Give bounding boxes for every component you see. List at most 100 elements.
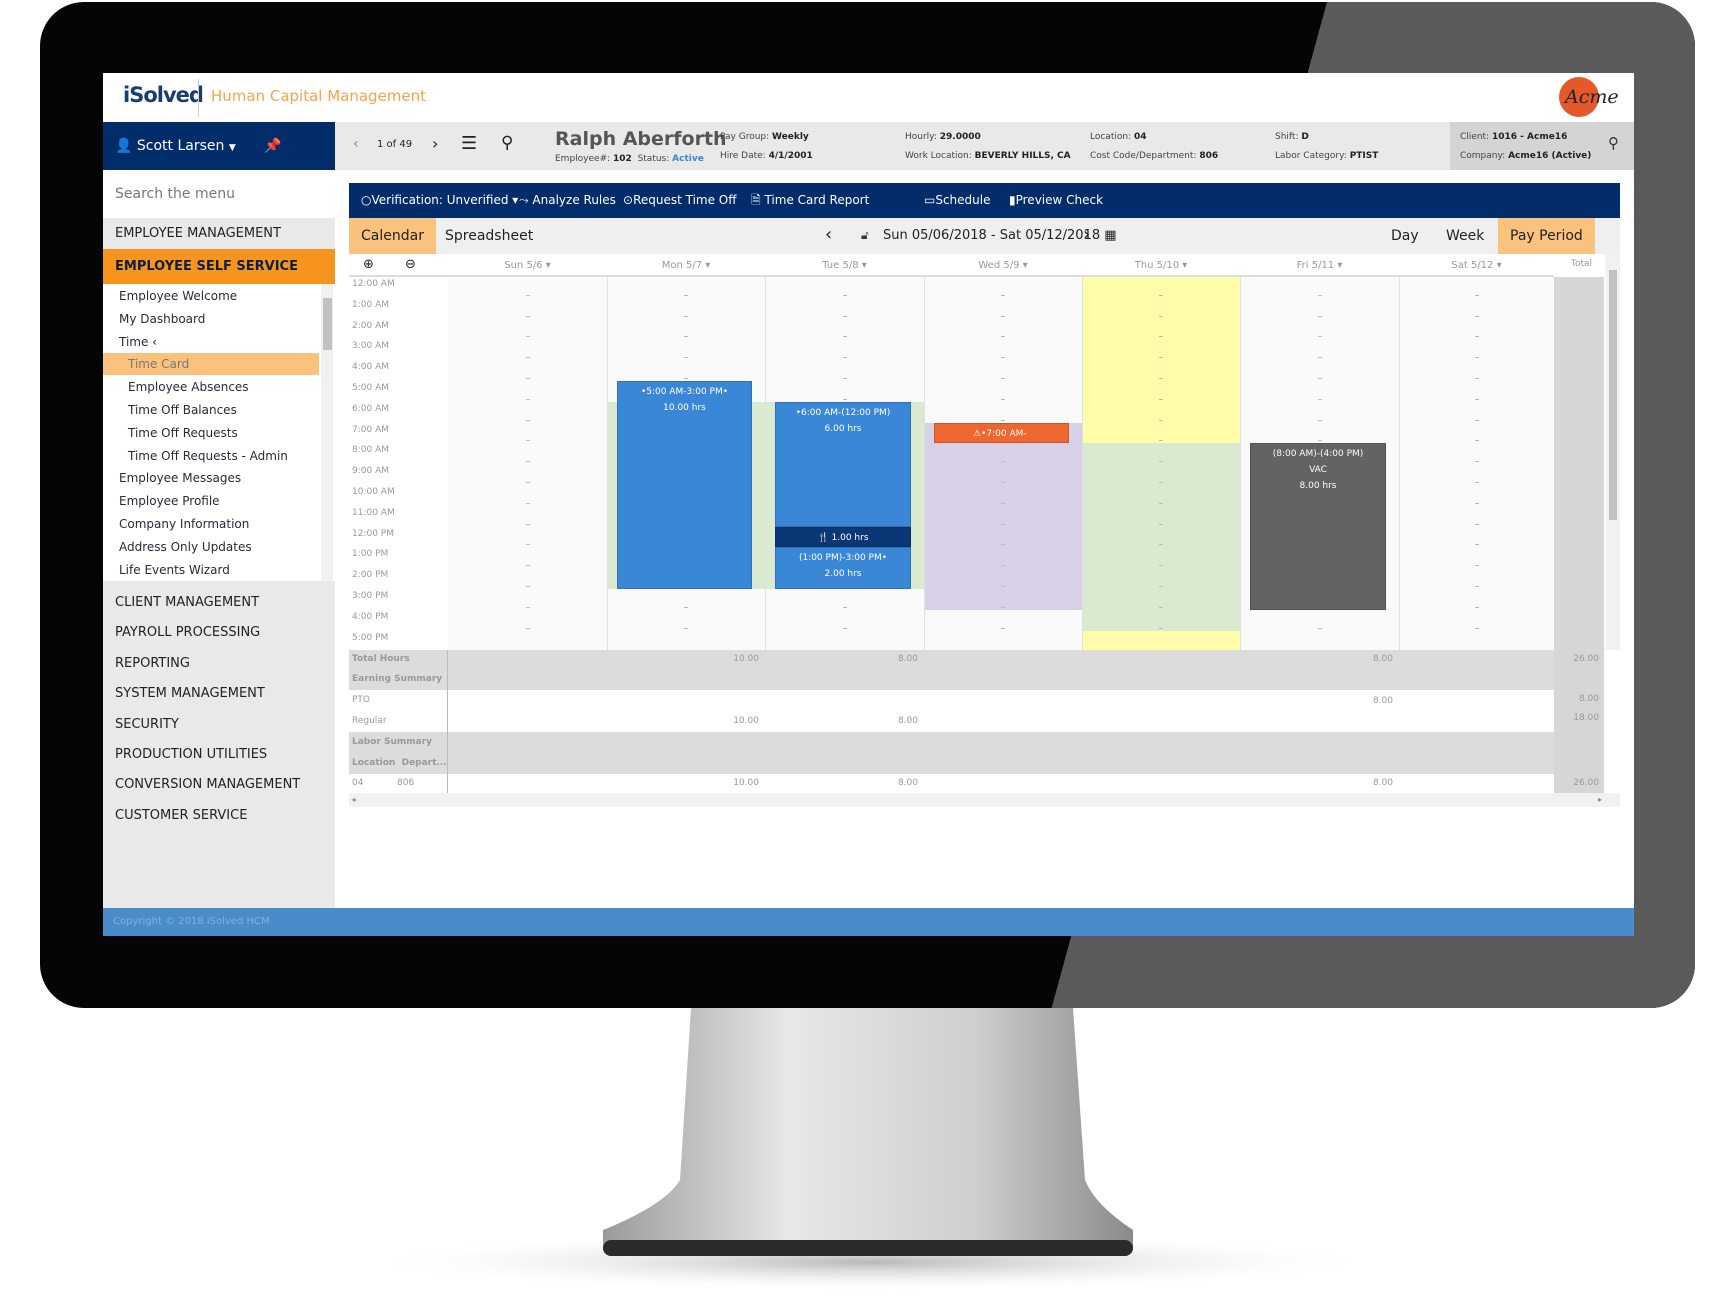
client-logo: Acme [1559, 77, 1619, 117]
day-header-6[interactable]: Sat 5/12 ▾ [1399, 254, 1554, 277]
verification-dropdown[interactable]: ○Verification: Unverified ▾ [361, 183, 518, 218]
next-employee-button[interactable]: › [432, 134, 438, 153]
hour-tick [1001, 398, 1005, 400]
time-entry-block[interactable]: •6:00 AM-(12:00 PM) 6.00 hrs [775, 401, 911, 527]
day-header-0[interactable]: Sun 5/6 ▾ [448, 254, 607, 277]
day-header-2[interactable]: Tue 5/8 ▾ [765, 254, 924, 277]
calendar-picker-icon[interactable]: ▦ [1104, 228, 1116, 243]
hour-label: 4:00 AM [352, 362, 389, 373]
prev-employee-button[interactable]: ‹ [353, 136, 359, 152]
tab-pay-period[interactable]: Pay Period [1498, 218, 1595, 254]
total-hours-row: Total Hours [349, 650, 1604, 669]
hour-tick [842, 336, 847, 338]
hour-tick [842, 378, 847, 379]
document-icon: 🗎 [751, 193, 765, 207]
prev-period-button[interactable]: ‹ [825, 224, 832, 245]
sidebar-item-employee-profile[interactable]: Employee Profile [103, 490, 319, 512]
hour-tick [842, 294, 847, 296]
hour-tick [1159, 419, 1163, 421]
user-menu[interactable]: 👤 Scott Larsen ▼ 📌 [103, 122, 335, 170]
analyze-rules-button[interactable]: ⤳ Analyze Rules [519, 183, 616, 218]
sidebar-item-my-dashboard[interactable]: My Dashboard [103, 308, 319, 330]
zoom-out-icon[interactable]: ⊖ [405, 257, 416, 272]
hour-tick [1159, 523, 1163, 525]
hour-tick [525, 586, 530, 587]
sidebar-section-customer-service[interactable]: CUSTOMER SERVICE [103, 801, 335, 831]
labor-department: 806 [397, 778, 415, 788]
time-entry-block[interactable]: ⚠•7:00 AM- [934, 422, 1069, 444]
sidebar-item-address-only-updates[interactable]: Address Only Updates [103, 536, 319, 558]
grid-scroll-thumb[interactable] [1609, 270, 1617, 520]
time-entry-block[interactable]: (1:00 PM)-3:00 PM• 2.00 hrs [775, 547, 911, 589]
sidebar-section-security[interactable]: SECURITY [103, 710, 335, 740]
sidebar-section-client-management[interactable]: CLIENT MANAGEMENT [103, 588, 335, 618]
hour-tick [525, 544, 530, 546]
hour-tick [1001, 502, 1005, 504]
search-icon[interactable]: ⚲ [501, 133, 513, 153]
footer: Copyright © 2018 iSolved HCM [103, 908, 1634, 936]
location-label: Location: [1090, 132, 1132, 142]
menu-search-input[interactable]: Search the menu [103, 170, 335, 218]
client-search-icon[interactable]: ⚲ [1608, 134, 1619, 152]
sidebar-section-employee-management[interactable]: EMPLOYEE MANAGEMENT [103, 218, 335, 249]
employee-info-bar: ‹ 1 of 49 › ☰ ⚲ Ralph Aberforth Employee… [335, 122, 1634, 170]
time-card-report-button[interactable]: 🗎 Time Card Report [751, 183, 869, 218]
sidebar-section-system-management[interactable]: SYSTEM MANAGEMENT [103, 679, 335, 709]
isolved-logo[interactable]: iSolved [123, 83, 204, 107]
hire-date-label: Hire Date: [720, 151, 766, 161]
preview-check-button[interactable]: ▮Preview Check [1009, 183, 1103, 218]
sidebar-item-company-information[interactable]: Company Information [103, 513, 319, 535]
day-header-3[interactable]: Wed 5/9 ▾ [924, 254, 1082, 277]
sidebar-item-time-off-requests-admin[interactable]: Time Off Requests - Admin [103, 445, 319, 467]
submenu-scroll-thumb[interactable] [323, 298, 332, 350]
day-header-1[interactable]: Mon 5/7 ▾ [607, 254, 765, 277]
hourly: 29.0000 [939, 132, 981, 142]
summary-value-fri: 8.00 [1372, 696, 1393, 706]
sidebar-item-employee-messages[interactable]: Employee Messages [103, 467, 319, 489]
tab-calendar[interactable]: Calendar [349, 218, 436, 254]
horizontal-scrollbar[interactable]: ◂ ▸ [349, 793, 1620, 807]
day-header-4[interactable]: Thu 5/10 ▾ [1082, 254, 1240, 277]
hour-tick [684, 336, 688, 338]
total-hours-label: Total Hours [352, 654, 410, 664]
time-entry-block[interactable]: •5:00 AM-3:00 PM• 10.00 hrs [617, 381, 752, 589]
sidebar-section-payroll-processing[interactable]: PAYROLL PROCESSING [103, 618, 335, 648]
hour-tick [1001, 586, 1005, 587]
status-label: Status: [637, 154, 670, 164]
time-entry-block[interactable]: (8:00 AM)-(4:00 PM) VAC 8.00 hrs [1250, 443, 1386, 610]
sidebar-item-time[interactable]: Time ‹ [103, 331, 319, 353]
total-header: Total [1571, 259, 1593, 269]
date-range[interactable]: Sun 05/06/2018 - Sat 05/12/2018 ▦ [883, 218, 1117, 254]
labor-row: 04 806 [349, 774, 1604, 793]
schedule-button[interactable]: ▭Schedule [924, 183, 991, 218]
sidebar-item-employee-welcome[interactable]: Employee Welcome [103, 285, 319, 307]
tab-day[interactable]: Day [1379, 218, 1431, 254]
sidebar-item-life-events-wizard[interactable]: Life Events Wizard [103, 559, 319, 581]
sidebar-item-time-off-requests[interactable]: Time Off Requests [103, 422, 319, 444]
sidebar-item-time-card[interactable]: Time Card [103, 353, 319, 376]
sidebar-item-employee-absences[interactable]: Employee Absences [103, 376, 319, 398]
verification-label: Verification: Unverified [371, 193, 509, 207]
summary-value-tue: 8.00 [897, 716, 918, 726]
zoom-in-icon[interactable]: ⊕ [363, 257, 374, 272]
sidebar-section-conversion-management[interactable]: CONVERSION MANAGEMENT [103, 770, 335, 800]
hour-tick [1474, 482, 1479, 483]
pin-icon[interactable]: 📌 [264, 138, 281, 154]
day-header-5[interactable]: Fri 5/11 ▾ [1240, 254, 1399, 277]
tab-week[interactable]: Week [1434, 218, 1496, 254]
labor-category-label: Labor Category: [1275, 151, 1347, 161]
next-period-button[interactable]: › [1083, 224, 1090, 245]
hour-label: 12:00 PM [352, 528, 394, 539]
sidebar-section-reporting[interactable]: REPORTING [103, 649, 335, 679]
list-icon[interactable]: ☰ [461, 133, 477, 154]
time-entry-block[interactable]: 🍴 1.00 hrs [775, 526, 911, 548]
tab-spreadsheet[interactable]: Spreadsheet [433, 218, 545, 254]
hour-tick [1474, 502, 1479, 504]
column-divider [765, 254, 766, 650]
sidebar-section-production-utilities[interactable]: PRODUCTION UTILITIES [103, 740, 335, 770]
unlock-icon[interactable]: 🔓︎ [861, 228, 869, 243]
sidebar-item-time-off-balances[interactable]: Time Off Balances [103, 399, 319, 421]
request-time-off-button[interactable]: ⊙Request Time Off [623, 183, 737, 218]
sidebar-section-employee-self-service[interactable]: EMPLOYEE SELF SERVICE [103, 249, 335, 284]
grid-scrollbar[interactable] [1606, 254, 1620, 650]
